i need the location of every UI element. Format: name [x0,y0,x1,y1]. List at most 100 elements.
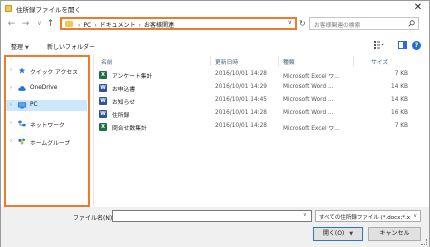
file-size: 14 KB [391,97,408,103]
back-icon[interactable]: ← [6,18,17,30]
file-row[interactable]: X 問合せ数集計 2016/10/01 14:28 Microsoft Exce… [94,122,429,133]
nav-item-label: ホームグループ [30,141,71,147]
file-size: 7 KB [394,71,408,77]
file-type: Microsoft Word ... [283,97,334,103]
star-icon [18,67,26,74]
address-bar[interactable]: › PC › ドキュメント › お客様関連 ∨ [60,17,297,30]
file-type-filter-value: すべての住所録ファイル (*.docx;*.x [319,215,411,221]
file-name: アンケート集計 [112,74,153,80]
navigation-pane: › クイック アクセス › OneDrive › PC › ネットワーク › ホ… [4,55,90,207]
file-modified: 2016/10/01 14:29 [215,84,267,90]
file-list: 名前 更新日時 種類 サイズ X アンケート集計 2016/10/01 14:2… [94,55,429,207]
breadcrumb-separator: › [78,22,81,29]
open-dropdown-icon[interactable]: ▼ [349,231,353,237]
file-modified: 2016/10/01 14:28 [215,110,267,116]
cloud-icon [18,86,26,91]
file-modified: 2016/10/01 14:28 [215,71,267,77]
search-placeholder: お客様関連の検索 [314,23,361,29]
organize-button[interactable]: 整理 ▼ [11,42,29,51]
word-file-icon: W [99,84,107,92]
expand-chevron-icon[interactable]: › [10,102,12,108]
filename-label: ファイル名(N): [73,215,115,222]
file-modified: 2016/10/01 14:28 [215,123,267,129]
file-type: Microsoft Word ... [283,84,334,90]
file-row[interactable]: W お知らせ 2016/10/01 14:45 Microsoft Word .… [94,96,429,107]
nav-item-label: クイック アクセス [30,70,78,76]
computer-icon [18,102,26,109]
file-name: お申込書 [112,87,136,93]
breadcrumb-separator: › [138,22,142,29]
file-name: お知らせ [112,100,136,106]
view-options-icon[interactable] [374,41,384,49]
recent-locations-dropdown-icon[interactable]: ∨ [34,18,45,30]
breadcrumb-separator: › [94,22,97,29]
folder-icon [65,21,73,27]
open-button[interactable]: 開く(O) ▼ [313,227,363,241]
search-input[interactable]: お客様関連の検索 [309,17,419,30]
expand-chevron-icon[interactable]: › [10,138,12,144]
expand-chevron-icon[interactable]: › [10,120,12,126]
breadcrumb: › PC › ドキュメント › お客様関連 [78,20,174,29]
column-header-type[interactable]: 種類 [283,57,295,66]
breadcrumb-customers[interactable]: お客様関連 [144,22,174,29]
filter-dropdown-icon: ∨ [413,213,417,219]
column-header-name[interactable]: 名前 [101,57,113,66]
title-bar: 住所録ファイルを開く ✕ [1,1,429,16]
file-size: 14 KB [391,84,408,90]
nav-item-label: OneDrive [30,85,58,91]
dialog-footer: ファイル名(N): ∨ すべての住所録ファイル (*.docx;*.x ∨ 開く… [1,207,429,247]
close-icon[interactable]: ✕ [411,2,425,14]
resize-grip[interactable] [421,239,427,245]
refresh-icon[interactable]: ↻ [299,20,306,28]
app-icon [5,5,12,12]
nav-item-label: PC [30,102,38,108]
file-size: 7 KB [394,123,408,129]
file-row[interactable]: W 住所録 2016/10/01 14:28 Microsoft Word ..… [94,109,429,120]
file-type: Microsoft Word ... [283,110,334,116]
file-size: 16 KB [391,110,408,116]
nav-item-onedrive[interactable]: › OneDrive [6,83,87,94]
file-type-filter-select[interactable]: すべての住所録ファイル (*.docx;*.x ∨ [315,210,421,222]
filename-history-dropdown-icon[interactable]: ∨ [303,212,307,218]
dialog-title: 住所録ファイルを開く [16,6,81,14]
breadcrumb-pc[interactable]: PC [83,22,91,29]
nav-item-pc[interactable]: › PC [6,100,87,111]
breadcrumb-documents[interactable]: ドキュメント [100,22,136,29]
file-name: 住所録 [112,113,130,119]
nav-item-homegroup[interactable]: › ホームグループ [6,136,87,147]
file-type: Microsoft Excel ワ... [283,126,340,132]
new-folder-button[interactable]: 新しいフォルダー [47,42,95,51]
forward-icon[interactable]: → [20,18,31,30]
open-button-label: 開く(O) [322,230,345,237]
column-header-size[interactable]: サイズ [371,57,388,66]
command-bar: 整理 ▼ 新しいフォルダー [1,38,429,53]
cancel-button[interactable]: キャンセル [368,227,421,241]
file-type: Microsoft Excel ワ... [283,74,340,80]
expand-chevron-icon[interactable]: › [10,85,12,91]
file-modified: 2016/10/01 14:45 [215,97,267,103]
network-icon [18,120,26,127]
file-name: 問合せ数集計 [112,126,147,132]
filename-input[interactable] [112,210,312,222]
open-file-dialog: 住所録ファイルを開く ✕ ← → ∨ ↑ › PC › ドキュメント › お客様関連 ∨ … [0,0,430,247]
nav-item-label: ネットワーク [30,123,65,129]
file-row[interactable]: W お申込書 2016/10/01 14:29 Microsoft Word .… [94,83,429,94]
homegroup-icon [18,138,25,145]
file-row[interactable]: X アンケート集計 2016/10/01 14:28 Microsoft Exc… [94,70,429,81]
word-file-icon: W [99,97,107,105]
word-file-icon: W [99,110,107,118]
expand-chevron-icon[interactable]: › [10,67,12,73]
column-divider[interactable] [353,56,354,66]
help-icon[interactable]: ? [412,41,421,50]
nav-item-network[interactable]: › ネットワーク [6,118,87,129]
organize-label: 整理 [11,44,24,51]
column-divider[interactable] [210,56,211,66]
excel-file-icon: X [99,71,107,79]
up-folder-icon[interactable]: ↑ [45,18,56,30]
address-dropdown-icon[interactable]: ∨ [288,19,292,27]
column-header-modified[interactable]: 更新日時 [215,57,238,66]
preview-pane-icon[interactable] [398,41,407,49]
column-divider[interactable] [278,56,279,66]
search-icon [408,20,415,27]
nav-item-quick-access[interactable]: › クイック アクセス [6,65,87,76]
